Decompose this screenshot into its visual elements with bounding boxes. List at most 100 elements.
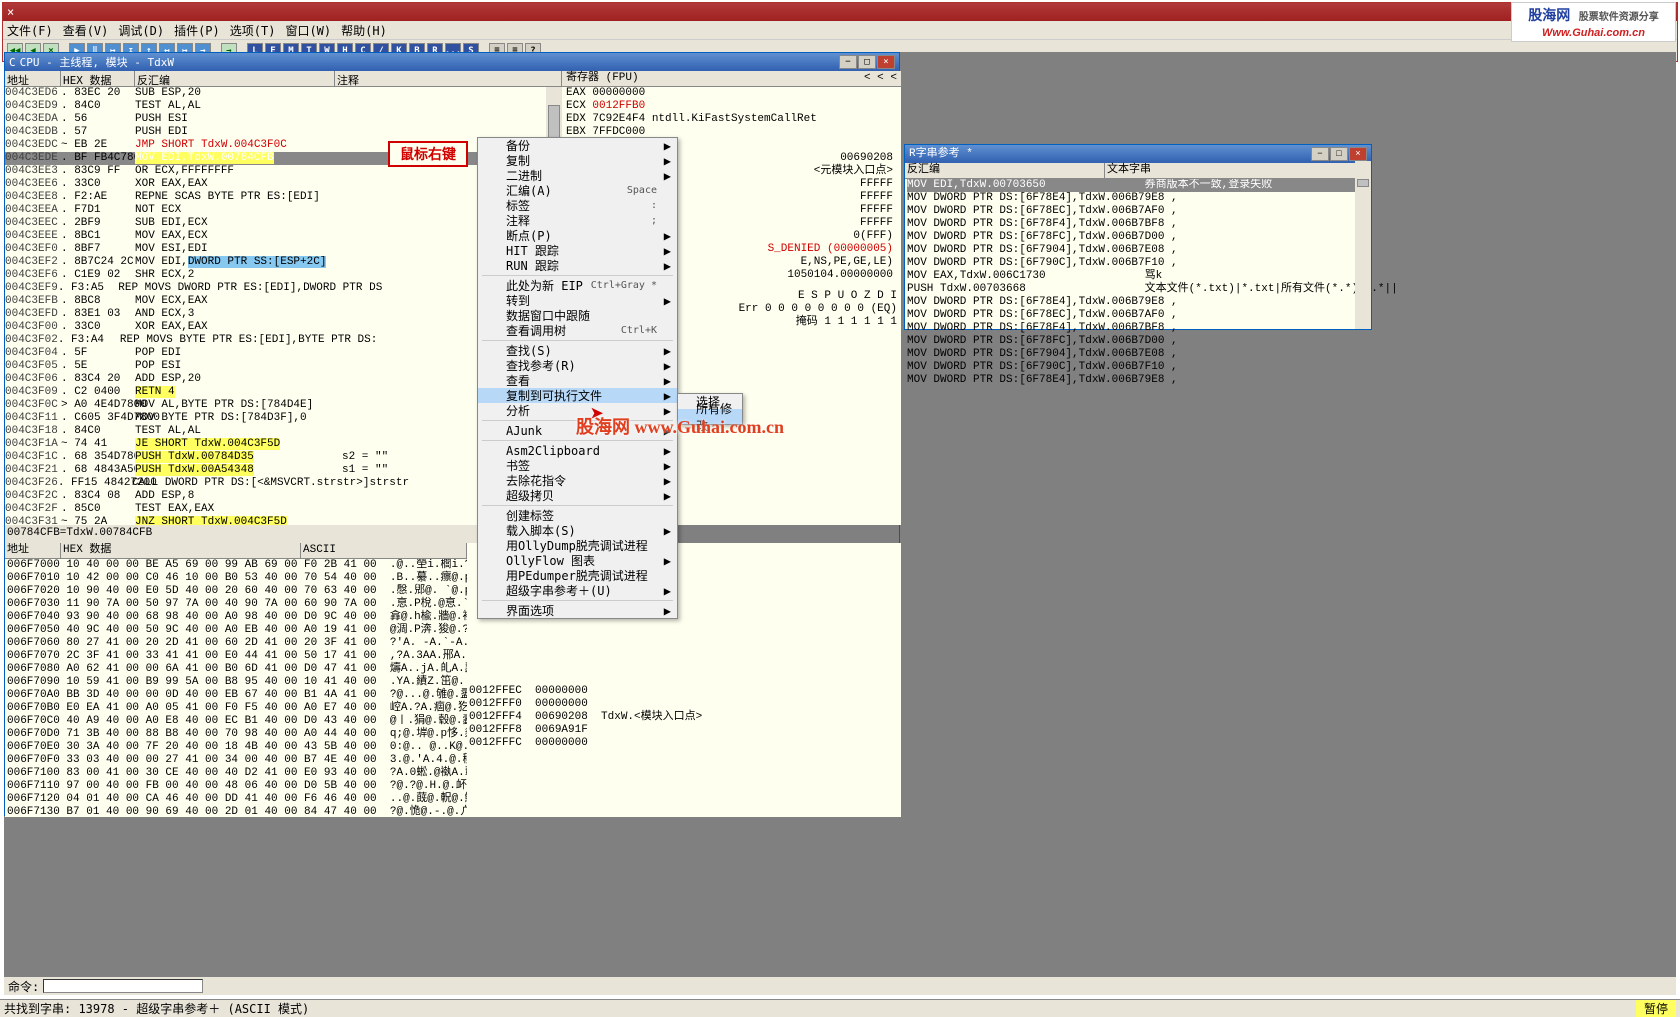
cmd-input[interactable] <box>43 979 203 993</box>
minimize-button[interactable]: − <box>839 55 857 69</box>
ref-row[interactable]: MOV DWORD PTR DS:[6F790C],TdxW.006B7F10 … <box>907 361 1369 374</box>
ref-row[interactable]: MOV DWORD PTR DS:[6F78FC],TdxW.006B7D00 … <box>907 231 1369 244</box>
cpu-window-title[interactable]: CCPU - 主线程, 模块 - TdxW − □ × <box>5 53 899 71</box>
ref-row[interactable]: MOV DWORD PTR DS:[6F7904],TdxW.006B7E08 … <box>907 244 1369 257</box>
menu-item[interactable]: 创建标签 <box>478 508 677 523</box>
stack-row[interactable]: 0012FFFC 00000000 <box>469 737 899 750</box>
menu-item[interactable]: 备份▶ <box>478 138 677 153</box>
hex-row[interactable]: 006F7080 A0 62 41 00 00 6A 41 00 B0 6D 4… <box>7 663 465 676</box>
menu-item[interactable]: 帮助(H) <box>341 22 387 39</box>
disasm-row[interactable]: 004C3ED9. 84C0TEST AL,AL <box>5 100 562 113</box>
ref-row[interactable]: MOV DWORD PTR DS:[6F78F4],TdxW.006B7BF8 … <box>907 322 1369 335</box>
hex-row[interactable]: 006F7000 10 40 00 00 BE A5 69 00 99 AB 6… <box>7 559 465 572</box>
menu-item[interactable]: 插件(P) <box>174 22 220 39</box>
hex-row[interactable]: 006F7100 83 00 41 00 30 CE 40 00 40 D2 4… <box>7 767 465 780</box>
menu-item[interactable]: 此处为新 EIPCtrl+Gray * <box>478 278 677 293</box>
stack-row[interactable]: 0012FFF8 0069A91F <box>469 724 899 737</box>
hex-row[interactable]: 006F7020 10 90 40 00 E0 5D 40 00 20 60 4… <box>7 585 465 598</box>
menu-item[interactable]: 用PEdumper脱壳调试进程 <box>478 568 677 583</box>
ref-row[interactable]: MOV DWORD PTR DS:[6F78E4],TdxW.006B79E8 … <box>907 296 1369 309</box>
maximize-button[interactable]: □ <box>1330 147 1348 161</box>
maximize-button[interactable]: □ <box>858 55 876 69</box>
menu-item[interactable]: 查看▶ <box>478 373 677 388</box>
hex-row[interactable]: 006F70E0 30 3A 40 00 7F 20 40 00 18 4B 4… <box>7 741 465 754</box>
menu-item[interactable]: OllyFlow 图表▶ <box>478 553 677 568</box>
hex-row[interactable]: 006F7070 2C 3F 41 00 33 41 41 00 E0 44 4… <box>7 650 465 663</box>
menu-item[interactable]: 数据窗口中跟随 <box>478 308 677 323</box>
close-button[interactable]: × <box>877 55 895 69</box>
hex-row[interactable]: 006F7010 10 42 00 00 C0 46 10 00 B0 53 4… <box>7 572 465 585</box>
scrollbar[interactable] <box>1355 161 1371 329</box>
mdi-area: CCPU - 主线程, 模块 - TdxW − □ × 地址 HEX 数据 反汇… <box>4 52 1676 995</box>
menu-item[interactable]: 查找(S)▶ <box>478 343 677 358</box>
register-row[interactable]: EDX 7C92E4F4 ntdll.KiFastSystemCallRet <box>566 113 897 126</box>
registers-header: 寄存器 (FPU) < < < <box>562 71 901 87</box>
hex-row[interactable]: 006F7060 80 27 41 00 20 2D 41 00 60 2D 4… <box>7 637 465 650</box>
menu-item[interactable]: 窗口(W) <box>285 22 331 39</box>
close-button[interactable]: × <box>1349 147 1367 161</box>
menu-item[interactable]: 超级字串参考＋(U)▶ <box>478 583 677 598</box>
stack-row[interactable]: 0012FFF0 00000000 <box>469 698 899 711</box>
menu-item[interactable]: 查找参考(R)▶ <box>478 358 677 373</box>
stack-row[interactable]: 0012FFF4 00690208 TdxW.<模块入口点> <box>469 711 899 724</box>
ref-row[interactable]: MOV DWORD PTR DS:[6F78EC],TdxW.006B7AF0 … <box>907 309 1369 322</box>
menu-item[interactable]: 超级拷贝▶ <box>478 488 677 503</box>
disasm-row[interactable]: 004C3ED6. 83EC 20SUB ESP,20 <box>5 87 562 100</box>
menu-item[interactable]: 文件(F) <box>7 22 53 39</box>
hex-row[interactable]: 006F7110 97 00 40 00 FB 00 40 00 48 06 4… <box>7 780 465 793</box>
menu-item[interactable]: RUN 跟踪▶ <box>478 258 677 273</box>
hex-row[interactable]: 006F7120 04 01 40 00 CA 46 40 00 DD 41 4… <box>7 793 465 806</box>
hex-row[interactable]: 006F7040 93 90 40 00 68 98 40 00 A0 98 4… <box>7 611 465 624</box>
register-row[interactable]: EAX 00000000 <box>566 87 897 100</box>
hex-row[interactable]: 006F7090 10 59 41 00 B9 99 5A 00 B8 95 4… <box>7 676 465 689</box>
ref-row[interactable]: MOV EAX,TdxW.006C1730 骂k <box>907 270 1369 283</box>
hex-row[interactable]: 006F7050 40 9C 40 00 50 9C 40 00 A0 EB 4… <box>7 624 465 637</box>
watermark: 股海网 www.Guhai.com.cn <box>576 413 784 439</box>
ref-row[interactable]: MOV DWORD PTR DS:[6F78E4],TdxW.006B79E8 … <box>907 374 1369 387</box>
ref-row[interactable]: MOV DWORD PTR DS:[6F7904],TdxW.006B7E08 … <box>907 348 1369 361</box>
ref-window-title[interactable]: R 字串参考 * − □ × <box>905 145 1371 163</box>
menu-item[interactable]: 转到▶ <box>478 293 677 308</box>
status-pause: 暂停 <box>1636 1000 1676 1017</box>
hex-row[interactable]: 006F70C0 40 A9 40 00 A0 E8 40 00 EC B1 4… <box>7 715 465 728</box>
menu-item[interactable]: Asm2Clipboard▶ <box>478 443 677 458</box>
menu-item[interactable]: 查看调用树Ctrl+K <box>478 323 677 338</box>
stack-row[interactable]: 0012FFEC 00000000 <box>469 685 899 698</box>
cmd-label: 命令: <box>8 978 39 995</box>
ref-row[interactable]: PUSH TdxW.00703668 文本文件(*.txt)|*.txt|所有文… <box>907 283 1369 296</box>
menu-item[interactable]: 二进制▶ <box>478 168 677 183</box>
ref-row[interactable]: MOV EDI,TdxW.00703650 券商版本不一致,登录失败 <box>907 179 1369 192</box>
menu-item[interactable]: 注释; <box>478 213 677 228</box>
hex-row[interactable]: 006F70B0 E0 EA 41 00 A0 05 41 00 F0 F5 4… <box>7 702 465 715</box>
menu-item[interactable]: 标签: <box>478 198 677 213</box>
menu-item[interactable]: 用OllyDump脱壳调试进程 <box>478 538 677 553</box>
menu-bar: 文件(F) 查看(V) 调试(D) 插件(P) 选项(T) 窗口(W) 帮助(H) <box>3 21 1677 39</box>
menu-item[interactable]: 复制▶ <box>478 153 677 168</box>
hex-row[interactable]: 006F70A0 BB 3D 40 00 00 0D 40 00 EB 67 4… <box>7 689 465 702</box>
hex-row[interactable]: 006F7030 11 90 7A 00 50 97 7A 00 40 90 7… <box>7 598 465 611</box>
menu-item[interactable]: 调试(D) <box>118 22 164 39</box>
hex-row[interactable]: 006F70D0 71 3B 40 00 88 B8 40 00 70 98 4… <box>7 728 465 741</box>
menu-item[interactable]: 复制到可执行文件▶ <box>478 388 677 403</box>
register-row[interactable]: ECX 0012FFB0 <box>566 100 897 113</box>
hex-row[interactable]: 006F70F0 33 03 40 00 00 27 41 00 34 00 4… <box>7 754 465 767</box>
menu-item[interactable]: 去除花指令▶ <box>478 473 677 488</box>
menu-item[interactable]: 选项(T) <box>230 22 276 39</box>
ref-row[interactable]: MOV DWORD PTR DS:[6F790C],TdxW.006B7F10 … <box>907 257 1369 270</box>
menu-item[interactable]: HIT 跟踪▶ <box>478 243 677 258</box>
menu-item[interactable]: 书签▶ <box>478 458 677 473</box>
hex-dump-pane[interactable]: 地址 HEX 数据 ASCII 006F7000 10 40 00 00 BE … <box>5 543 467 817</box>
menu-item[interactable]: 界面选项▶ <box>478 603 677 618</box>
ref-row[interactable]: MOV DWORD PTR DS:[6F78FC],TdxW.006B7D00 … <box>907 335 1369 348</box>
ref-row[interactable]: MOV DWORD PTR DS:[6F78F4],TdxW.006B7BF8 … <box>907 218 1369 231</box>
app-title-bar: × <box>3 3 1677 21</box>
menu-item[interactable]: 汇编(A)Space <box>478 183 677 198</box>
hex-row[interactable]: 006F7130 B7 01 40 00 90 69 40 00 2D 01 4… <box>7 806 465 817</box>
menu-item[interactable]: 查看(V) <box>63 22 109 39</box>
ref-row[interactable]: MOV DWORD PTR DS:[6F78E4],TdxW.006B79E8 … <box>907 192 1369 205</box>
ref-row[interactable]: MOV DWORD PTR DS:[6F78EC],TdxW.006B7AF0 … <box>907 205 1369 218</box>
minimize-button[interactable]: − <box>1311 147 1329 161</box>
menu-item[interactable]: 载入脚本(S)▶ <box>478 523 677 538</box>
disasm-row[interactable]: 004C3EDA. 56PUSH ESI <box>5 113 562 126</box>
menu-item[interactable]: 断点(P)▶ <box>478 228 677 243</box>
